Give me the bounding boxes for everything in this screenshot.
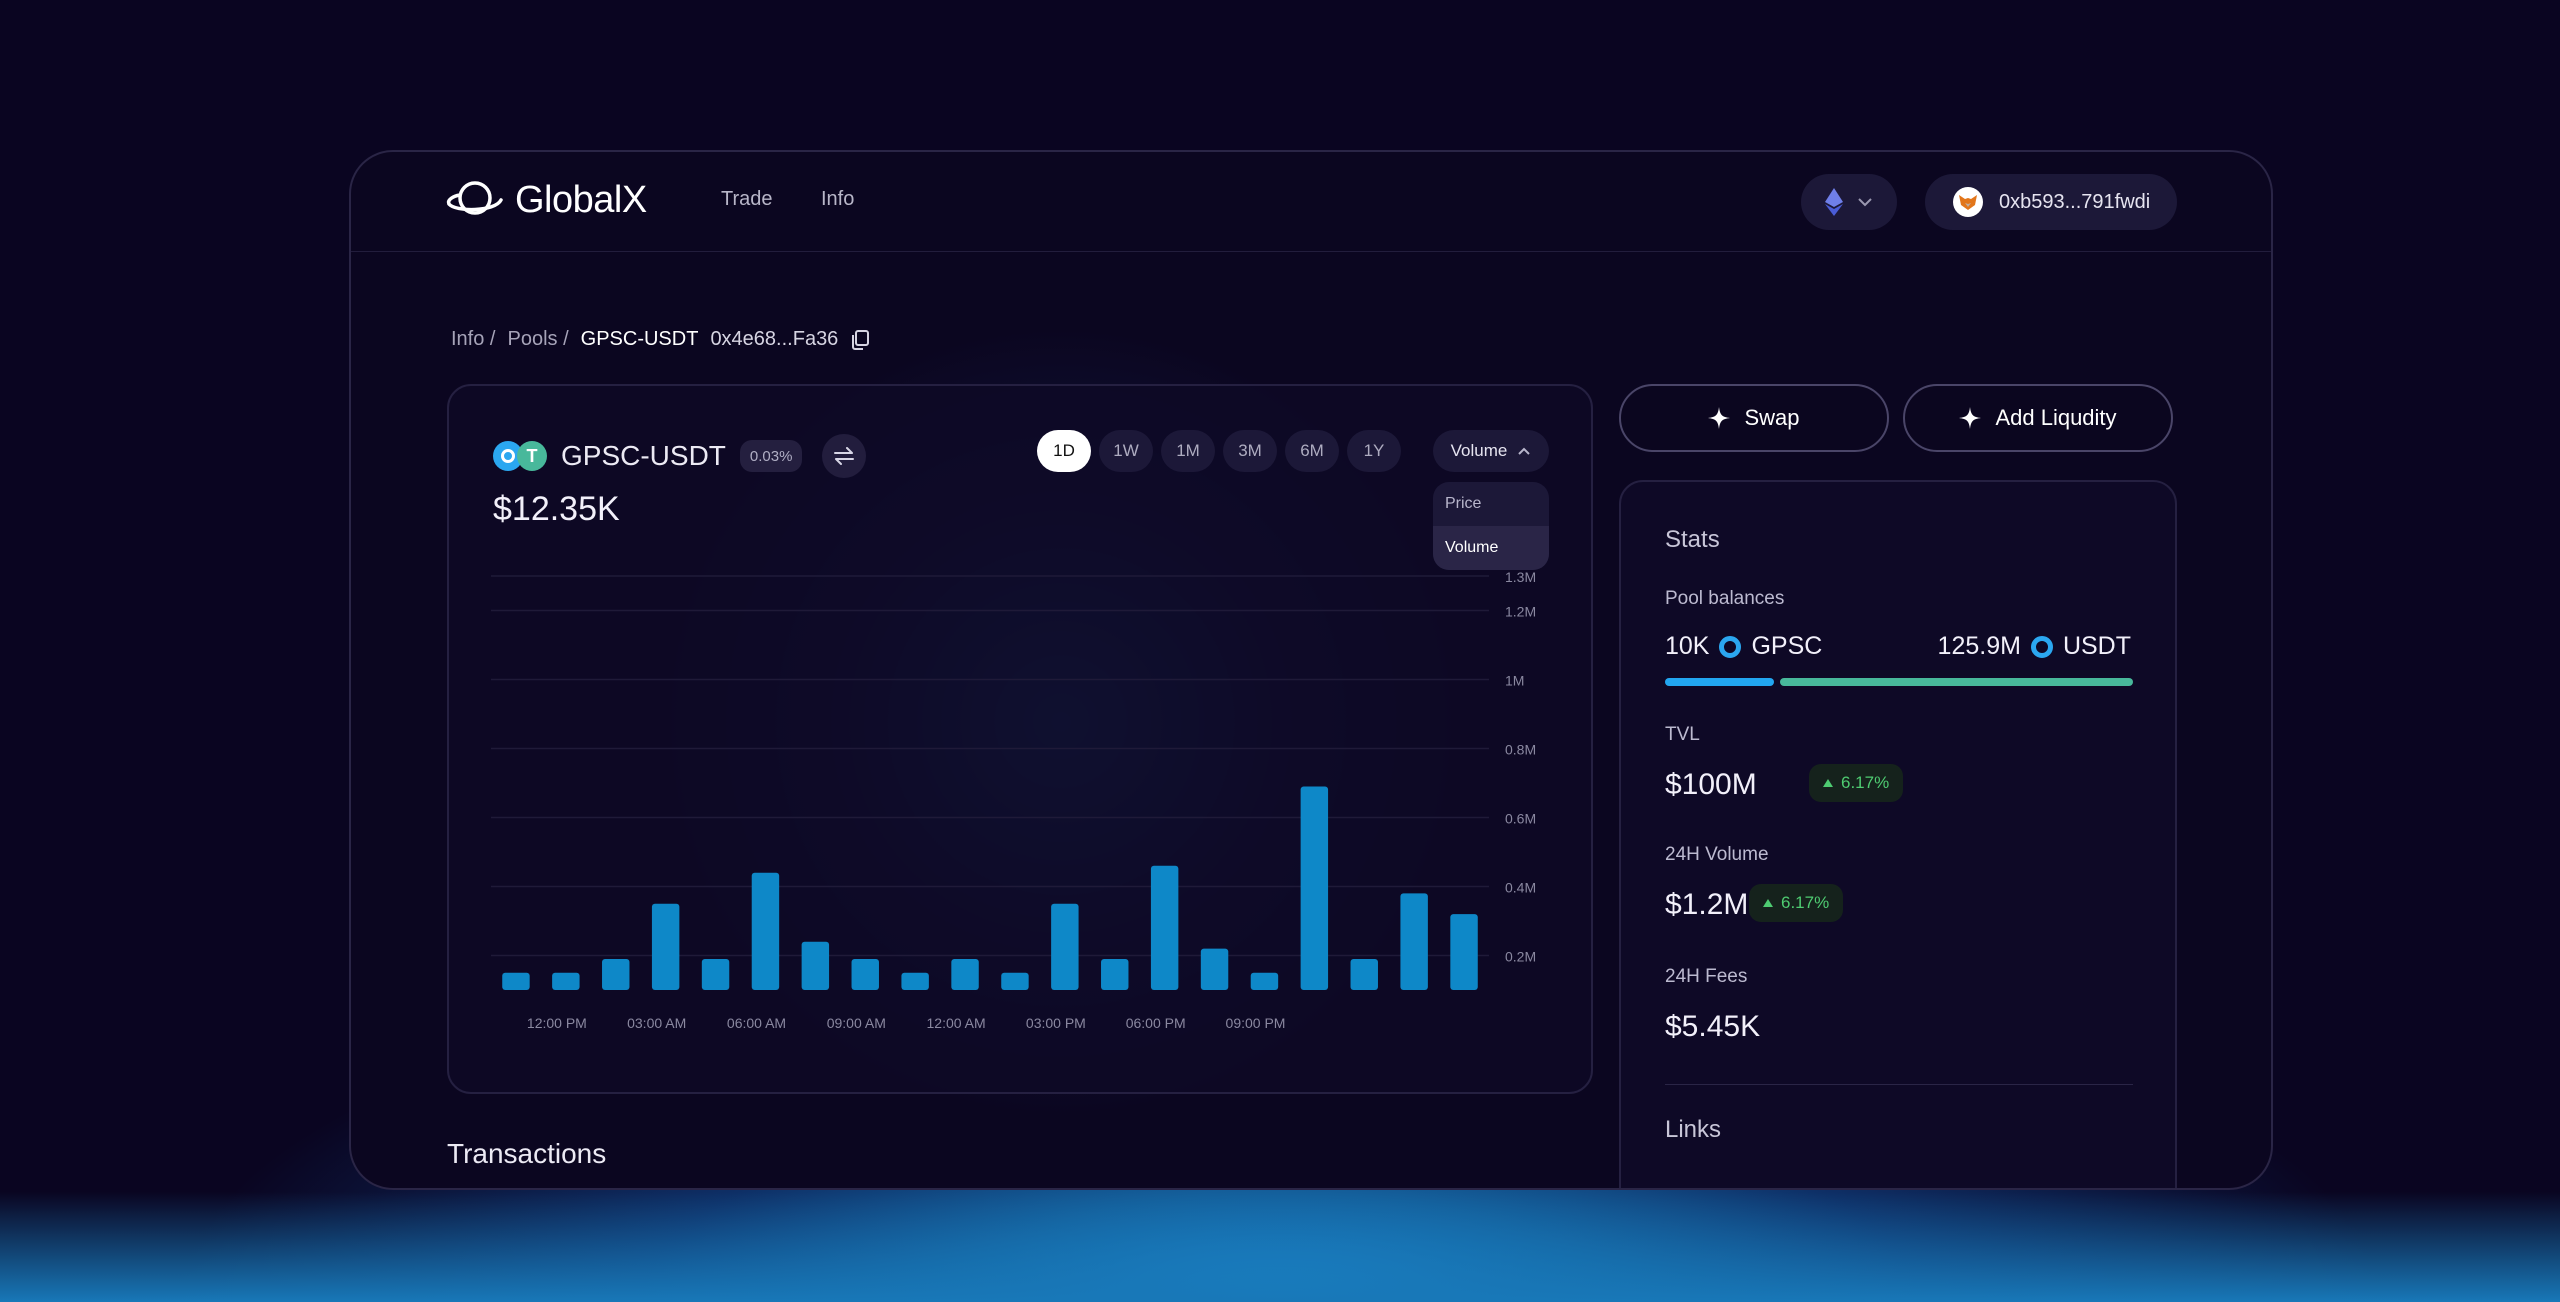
wallet-button[interactable]: 0xb593...791fwdi [1925,174,2177,230]
x-tick-label: 06:00 AM [727,1015,786,1031]
volume-value: $1.2M [1665,888,1749,921]
y-tick-label: 1M [1505,673,1524,689]
y-tick-label: 0.8M [1505,742,1536,758]
volume-bar [851,958,879,990]
balance-usdt-token: USDT [2062,632,2131,660]
volume-bar [1200,948,1229,990]
balance-usdt-amount: 125.9M [1937,632,2021,660]
y-tick-label: 1.3M [1505,569,1536,585]
volume-bar [1250,972,1279,990]
volume-label: 24H Volume [1665,844,1769,865]
volume-bar [751,872,780,990]
swap-button[interactable]: Swap [1619,384,1889,452]
pool-address: 0x4e68...Fa36 [710,328,839,350]
x-tick-label: 06:00 PM [1126,1015,1186,1031]
chevron-down-icon [1858,198,1872,207]
y-tick-label: 0.2M [1505,949,1536,965]
nav-info[interactable]: Info [821,188,854,211]
volume-bar [1051,903,1079,990]
volume-bar [651,903,680,990]
volume-change: 6.17% [1781,893,1830,912]
volume-bar [1300,786,1329,990]
y-tick-label: 1.2M [1505,604,1536,620]
volume-bar [1101,958,1129,990]
balance-gpsc-token: GPSC [1751,632,1823,660]
add-liquidity-button[interactable]: Add Liqudity [1903,384,2173,452]
background-bottom [0,1192,2560,1302]
wallet-address: 0xb593...791fwdi [1999,190,2151,213]
x-tick-label: 03:00 AM [627,1015,686,1031]
breadcrumb-pools[interactable]: Pools / [507,328,568,351]
y-tick-label: 0.4M [1505,880,1536,896]
copy-icon[interactable] [850,329,870,351]
logo[interactable]: GlobalX [445,178,647,222]
usdt-token-icon [2030,635,2053,658]
balance-bar-usdt [1780,678,2133,686]
volume-bar [901,972,929,990]
nav-trade[interactable]: Trade [721,188,773,211]
volume-bar [1450,914,1478,990]
add-liquidity-label: Add Liqudity [1995,405,2117,430]
balance-usdt: 125.9M USDT [1938,632,2131,661]
swap-label: Swap [1744,405,1800,430]
app-window: GlobalX Trade Info 0xb593...791fwdi Info… [349,150,2273,1190]
volume-bar [951,958,979,990]
network-selector[interactable] [1801,174,1897,230]
pool-balances-label: Pool balances [1665,588,1785,609]
chart-card: T GPSC-USDT 0.03% $12.35K 1D 1W 1M 3M 6M… [447,384,1593,1094]
volume-bar [1001,972,1029,990]
transactions-title: Transactions [447,1138,607,1169]
divider [1665,1084,2133,1085]
balance-gpsc: 10K GPSC [1665,632,1822,661]
balance-bar-gpsc [1665,678,1774,686]
breadcrumb-info[interactable]: Info / [451,328,495,351]
volume-bar [1350,958,1378,990]
metamask-fox-icon [1953,187,1983,217]
volume-bar [502,972,530,990]
brand-name: GlobalX [515,178,647,221]
links-title: Links [1665,1116,1722,1143]
sparkle-icon [1708,407,1731,429]
stats-title: Stats [1665,526,1720,553]
ethereum-icon [1825,188,1843,216]
breadcrumb-current: GPSC-USDT [580,328,699,350]
balance-gpsc-amount: 10K [1665,632,1710,660]
volume-bar [552,972,580,990]
tvl-label: TVL [1665,724,1700,745]
tvl-change: 6.17% [1841,773,1890,792]
fees-label: 24H Fees [1665,966,1748,987]
tvl-change-badge: 6.17% [1809,764,1904,802]
x-tick-label: 03:00 PM [1026,1015,1086,1031]
sparkle-icon [1959,407,1982,429]
volume-change-badge: 6.17% [1749,884,1844,922]
volume-bar [801,941,830,990]
x-tick-label: 09:00 PM [1226,1015,1286,1031]
top-bar: GlobalX Trade Info 0xb593...791fwdi [351,152,2271,252]
volume-bar-chart: 0.2M 0.4M 0.6M 0.8M 1M 1.2M 1.3M 12:00 PM 03:00 … [491,569,1536,1031]
volume-bar [602,958,630,990]
x-tick-label: 12:00 AM [927,1015,986,1031]
tvl-value: $100M [1665,768,1757,801]
triangle-up-icon [1823,779,1833,787]
volume-bar [1150,865,1179,990]
planet-logo-icon [446,181,503,215]
triangle-up-icon [1763,899,1773,907]
y-tick-label: 0.6M [1505,811,1536,827]
stats-panel: Stats Pool balances 10K GPSC 125.9M USDT… [1619,480,2177,1188]
x-tick-label: 12:00 PM [527,1015,587,1031]
gpsc-token-icon [1719,635,1742,658]
breadcrumb: Info / Pools / GPSC-USDT 0x4e68...Fa36 [451,328,870,351]
volume-bar [701,958,730,990]
volume-bar [1400,893,1428,990]
x-tick-label: 09:00 AM [827,1015,886,1031]
fees-value: $5.45K [1665,1010,1761,1043]
